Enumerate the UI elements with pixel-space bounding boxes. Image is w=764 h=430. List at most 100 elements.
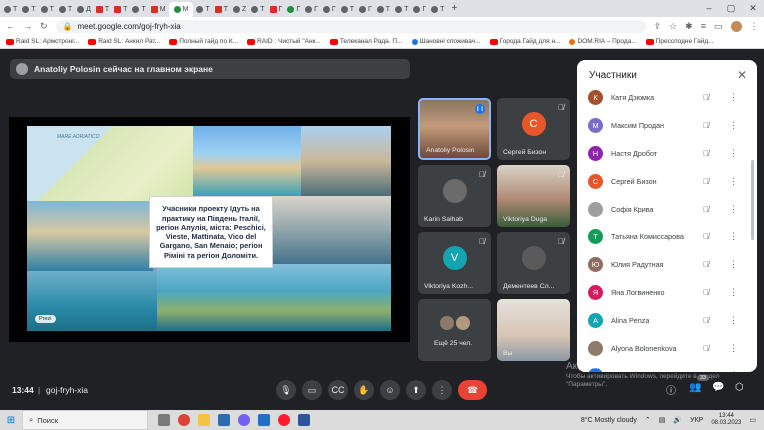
more-vert-icon[interactable]: ⋮ (729, 92, 738, 103)
browser-tab[interactable]: Г (357, 2, 374, 17)
close-window-icon[interactable]: ✕ (742, 0, 764, 17)
participant-row[interactable]: Софія Крива 🎙̸ ⋮ (577, 195, 749, 223)
bookmark-item[interactable]: DOM.RIA – Прода... (569, 38, 637, 45)
mic-off-icon[interactable]: 🎙̸ (703, 371, 709, 372)
reading-list-icon[interactable]: ≡ (701, 21, 706, 31)
more-vert-icon[interactable]: ⋮ (729, 343, 738, 354)
presentation-stage[interactable]: MARE ADRIATICO Учасники проекту їдуть на… (9, 117, 410, 342)
bookmark-item[interactable]: Raid SL: Анкил Рат... (88, 38, 160, 45)
weather-text[interactable]: 8°C Mostly cloudy (581, 417, 637, 424)
taskbar-search[interactable]: ⌕ Поиск (22, 410, 148, 430)
captions-button[interactable]: CC (328, 380, 348, 400)
browser-tab[interactable]: T (112, 2, 129, 17)
browser-tab[interactable]: Г (411, 2, 428, 17)
participant-row[interactable]: Я Яна Логвиненко 🎙̸ ⋮ (577, 279, 749, 307)
extensions-icon[interactable]: ✱ (685, 21, 693, 32)
activities-icon[interactable]: ⬡ (735, 382, 744, 393)
notifications-icon[interactable]: ▭ (749, 416, 756, 424)
mic-off-icon[interactable]: 🎙̸ (703, 177, 709, 186)
mic-off-icon[interactable]: 🎙̸ (703, 93, 709, 102)
participant-row[interactable]: Ю Юлия Радутная 🎙̸ ⋮ (577, 251, 749, 279)
more-vert-icon[interactable]: ⋮ (729, 231, 738, 242)
maximize-icon[interactable]: ▢ (720, 0, 742, 17)
bookmark-star-icon[interactable]: ☆ (669, 21, 677, 32)
windows-start-icon[interactable]: ⊞ (0, 410, 22, 430)
browser-tab[interactable]: T (2, 2, 19, 17)
network-icon[interactable]: ▤ (659, 416, 666, 424)
tile-viktoriya-kozh[interactable]: 🎙̸ V Viktoriya Kozh... (418, 232, 491, 294)
browser-tab[interactable]: Г (268, 2, 285, 17)
browser-tab[interactable]: T (339, 2, 356, 17)
browser-tab[interactable]: T (429, 2, 446, 17)
tile-dementeev[interactable]: 🎙̸ Дементеев Сл... (497, 232, 570, 294)
split-icon[interactable]: ▭ (714, 21, 723, 32)
mic-off-icon[interactable]: 🎙̸ (703, 316, 709, 325)
browser-tab[interactable]: T (393, 2, 410, 17)
panel-scrollbar[interactable] (751, 160, 754, 240)
browser-tab[interactable]: Z (231, 2, 248, 17)
reload-icon[interactable]: ↻ (40, 21, 48, 32)
tile-sergey-bizon[interactable]: 🎙̸ С Сергей Бизон (497, 98, 570, 160)
url-field[interactable]: 🔒 meet.google.com/goj-fryh-xia (55, 19, 646, 33)
store-icon[interactable] (218, 414, 230, 426)
viber-icon[interactable] (238, 414, 250, 426)
language-indicator[interactable]: УКР (690, 417, 703, 424)
participant-row[interactable]: Н Настя Дробот 🎙̸ ⋮ (577, 140, 749, 168)
mic-off-icon[interactable]: 🎙̸ (703, 121, 709, 130)
more-vert-icon[interactable]: ⋮ (729, 315, 738, 326)
browser-tab[interactable]: Г (303, 2, 320, 17)
browser-tab[interactable]: Д (75, 2, 93, 17)
more-vert-icon[interactable]: ⋮ (729, 148, 738, 159)
mail-icon[interactable] (258, 414, 270, 426)
participant-row[interactable]: К Катя Дзюмка 🎙̸ ⋮ (577, 84, 749, 112)
share-icon[interactable]: ⇪ (654, 21, 662, 32)
bookmark-item[interactable]: Шановні споживач... (411, 38, 481, 45)
microphone-button[interactable]: 🎙 (276, 380, 296, 400)
taskview-icon[interactable] (158, 414, 170, 426)
participant-row[interactable]: С Сергей Бизон 🎙̸ ⋮ (577, 167, 749, 195)
leave-call-button[interactable]: ☎ (458, 380, 487, 400)
mic-off-icon[interactable]: 🎙̸ (703, 232, 709, 241)
chrome-icon[interactable] (178, 414, 190, 426)
mic-off-icon[interactable]: 🎙̸ (703, 205, 709, 214)
word-icon[interactable] (298, 414, 310, 426)
browser-tab[interactable]: T (130, 2, 147, 17)
browser-tab[interactable]: T (213, 2, 230, 17)
participant-row[interactable]: Alyona Bolonenkova 🎙̸ ⋮ (577, 334, 749, 362)
bookmark-item[interactable]: Телеканал Рада. П... (329, 38, 403, 45)
browser-tab[interactable]: T (194, 2, 211, 17)
tile-karin-salhab[interactable]: 🎙̸ Karin Salhab (418, 165, 491, 227)
people-icon[interactable]: 👥 (689, 382, 701, 393)
bookmark-item[interactable]: Raid SL: Армстронг... (6, 38, 79, 45)
raise-hand-button[interactable]: ✋ (354, 380, 374, 400)
participant-row[interactable]: М Максим Продан 🎙̸ ⋮ (577, 112, 749, 140)
bookmark-item[interactable]: Прессподне Гайд... (645, 38, 714, 45)
browser-tab[interactable]: Г (321, 2, 338, 17)
browser-tab[interactable]: T (375, 2, 392, 17)
present-button[interactable]: ⬆ (406, 380, 426, 400)
more-vert-icon[interactable]: ⋮ (729, 120, 738, 131)
forward-icon[interactable]: → (23, 21, 32, 31)
chat-icon[interactable]: 💬 (712, 382, 724, 393)
mic-off-icon[interactable]: 🎙̸ (703, 260, 709, 269)
more-vert-icon[interactable]: ⋮ (729, 287, 738, 298)
participant-row[interactable]: A Alina Penza 🎙̸ ⋮ (577, 306, 749, 334)
tile-anatoliy-polosin[interactable]: ❙❙ Anatoliy Polosin (418, 98, 491, 160)
explorer-icon[interactable] (198, 414, 210, 426)
minimize-icon[interactable]: – (698, 0, 720, 17)
back-icon[interactable]: ← (6, 21, 15, 31)
browser-tab[interactable]: M (149, 2, 168, 17)
tile-viktoriya-duga[interactable]: 🎙̸ Viktoriya Duga (497, 165, 570, 227)
participant-row[interactable]: Т Татьяна Комиссарова 🎙̸ ⋮ (577, 223, 749, 251)
reactions-button[interactable]: ☺ (380, 380, 400, 400)
more-options-button[interactable]: ⋮ (432, 380, 452, 400)
bookmark-item[interactable]: Полный гайд по К... (169, 38, 238, 45)
browser-tab[interactable]: T (57, 2, 74, 17)
browser-menu-icon[interactable]: ⋮ (750, 21, 759, 32)
tile-self[interactable]: Вы (497, 299, 570, 361)
browser-tab[interactable]: Г (285, 2, 302, 17)
bookmark-item[interactable]: RAID : Чистый "Анк... (247, 38, 321, 45)
more-vert-icon[interactable]: ⋮ (729, 370, 738, 372)
opera-icon[interactable] (278, 414, 290, 426)
new-tab-button[interactable]: + (451, 3, 457, 14)
